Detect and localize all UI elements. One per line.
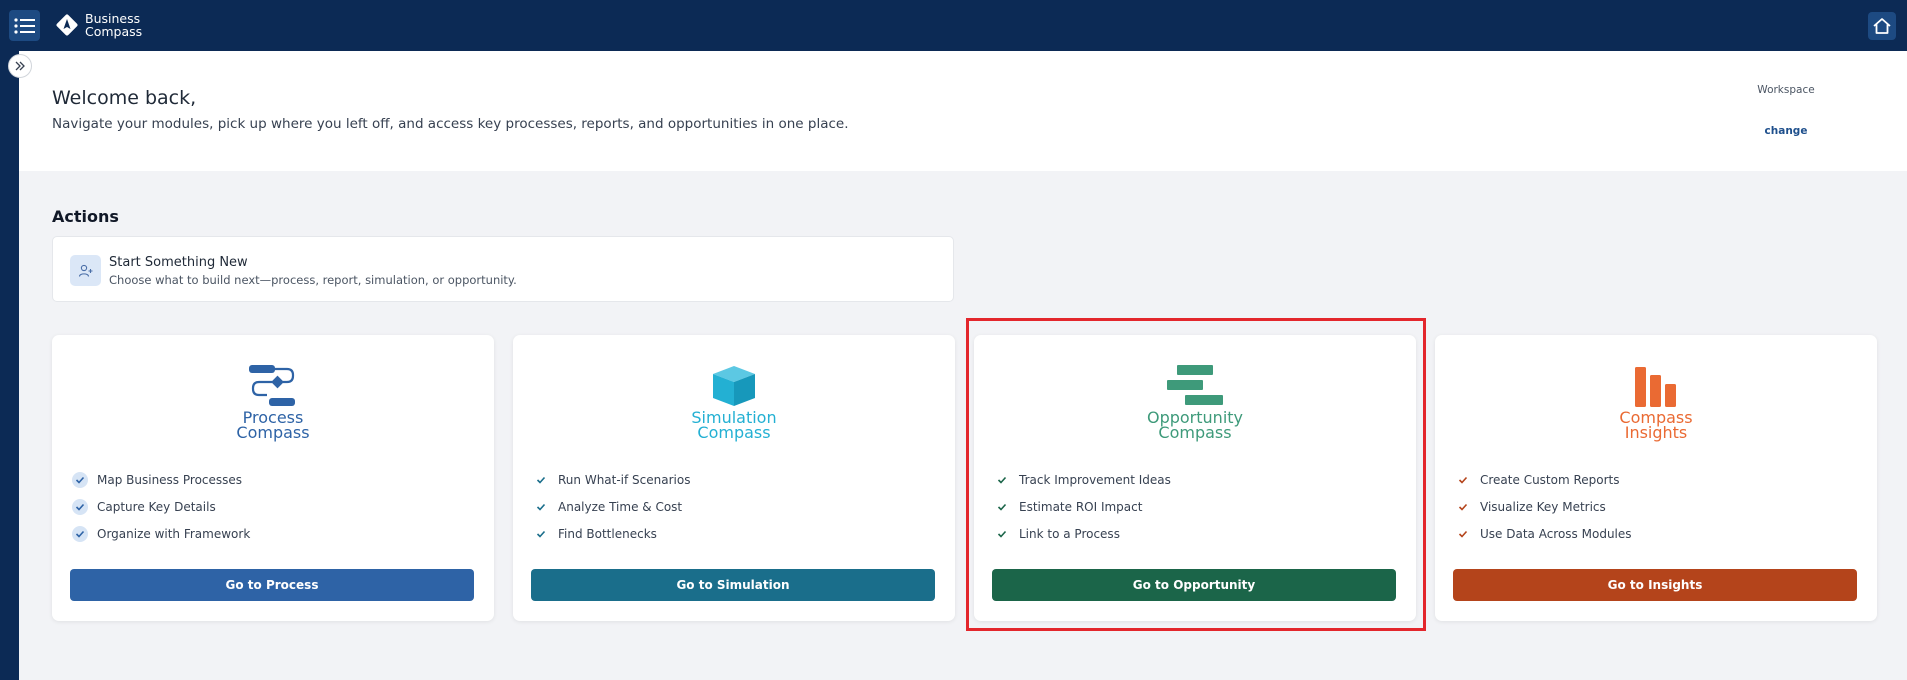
simulation-compass-card: Simulation Compass Run What-if Scenarios… — [513, 335, 955, 621]
compass-logo-icon — [56, 14, 78, 36]
check-icon — [533, 526, 549, 542]
feature-item: Find Bottlenecks — [533, 520, 690, 547]
feature-item: Visualize Key Metrics — [1455, 493, 1632, 520]
go-to-process-button[interactable]: Go to Process — [70, 569, 474, 601]
check-icon — [1455, 526, 1471, 542]
workspace-label: Workspace — [1757, 84, 1815, 96]
process-flow-icon — [52, 365, 494, 407]
feature-list: Map Business Processes Capture Key Detai… — [72, 466, 250, 547]
feature-item: Map Business Processes — [72, 466, 250, 493]
start-card-subtitle: Choose what to build next—process, repor… — [109, 273, 517, 287]
check-icon — [994, 526, 1010, 542]
module-name: Process Compass — [52, 410, 494, 442]
feature-item: Analyze Time & Cost — [533, 493, 690, 520]
feature-text: Estimate ROI Impact — [1019, 499, 1143, 514]
feature-item: Track Improvement Ideas — [994, 466, 1171, 493]
start-card-title: Start Something New — [109, 255, 248, 270]
check-icon — [72, 498, 88, 515]
feature-text: Track Improvement Ideas — [1019, 472, 1171, 487]
process-compass-card: Process Compass Map Business Processes C… — [52, 335, 494, 621]
feature-item: Organize with Framework — [72, 520, 250, 547]
go-to-simulation-button[interactable]: Go to Simulation — [531, 569, 935, 601]
feature-text: Create Custom Reports — [1480, 472, 1620, 487]
feature-text: Find Bottlenecks — [558, 526, 657, 541]
double-chevron-right-icon — [15, 61, 25, 71]
check-icon — [994, 499, 1010, 515]
check-icon — [72, 525, 88, 542]
module-name-line2: Compass — [236, 423, 310, 442]
check-icon — [533, 472, 549, 488]
check-icon — [1455, 499, 1471, 515]
module-name: Opportunity Compass — [974, 410, 1416, 442]
home-icon — [1873, 18, 1891, 34]
feature-item: Capture Key Details — [72, 493, 250, 520]
feature-item: Create Custom Reports — [1455, 466, 1632, 493]
module-name-line2: Insights — [1624, 423, 1688, 442]
list-menu-icon — [13, 17, 35, 34]
opportunity-compass-card: Opportunity Compass Track Improvement Id… — [974, 335, 1416, 621]
app-logo[interactable]: Business Compass — [55, 12, 142, 38]
start-something-new-card[interactable]: Start Something New Choose what to build… — [52, 236, 954, 302]
home-button[interactable] — [1868, 12, 1896, 40]
module-name-line2: Compass — [1158, 423, 1232, 442]
check-icon — [533, 499, 549, 515]
menu-button[interactable] — [9, 10, 40, 41]
feature-text: Visualize Key Metrics — [1480, 499, 1606, 514]
feature-list: Run What-if Scenarios Analyze Time & Cos… — [533, 466, 690, 547]
feature-text: Link to a Process — [1019, 526, 1120, 541]
logo-text-line2: Compass — [85, 24, 143, 39]
module-name-line2: Compass — [697, 423, 771, 442]
check-icon — [72, 471, 88, 488]
bar-chart-icon — [1435, 365, 1877, 407]
cube-icon — [513, 365, 955, 407]
welcome-section: Welcome back, Navigate your modules, pic… — [19, 51, 1907, 171]
feature-list: Create Custom Reports Visualize Key Metr… — [1455, 466, 1632, 547]
feature-list: Track Improvement Ideas Estimate ROI Imp… — [994, 466, 1171, 547]
check-icon — [994, 472, 1010, 488]
feature-text: Organize with Framework — [97, 526, 251, 541]
feature-item: Use Data Across Modules — [1455, 520, 1632, 547]
go-to-insights-button[interactable]: Go to Insights — [1453, 569, 1857, 601]
module-name: Simulation Compass — [513, 410, 955, 442]
feature-text: Analyze Time & Cost — [558, 499, 683, 514]
check-icon — [1455, 472, 1471, 488]
actions-heading: Actions — [52, 207, 119, 226]
workspace-change-link[interactable]: change — [1739, 125, 1833, 137]
feature-item: Estimate ROI Impact — [994, 493, 1171, 520]
welcome-subtitle: Navigate your modules, pick up where you… — [52, 116, 849, 132]
feature-text: Capture Key Details — [97, 499, 216, 514]
opportunity-bars-icon — [974, 365, 1416, 407]
feature-item: Link to a Process — [994, 520, 1171, 547]
go-to-opportunity-button[interactable]: Go to Opportunity — [992, 569, 1396, 601]
module-name: Compass Insights — [1435, 410, 1877, 442]
feature-text: Run What-if Scenarios — [558, 472, 691, 487]
compass-insights-card: Compass Insights Create Custom Reports V… — [1435, 335, 1877, 621]
add-user-icon — [70, 255, 101, 286]
feature-text: Use Data Across Modules — [1480, 526, 1632, 541]
welcome-title: Welcome back, — [52, 87, 197, 109]
collapsed-sidebar — [0, 51, 19, 680]
expand-sidebar-button[interactable] — [8, 54, 32, 78]
top-navbar: Business Compass — [0, 0, 1907, 51]
feature-text: Map Business Processes — [97, 472, 243, 487]
feature-item: Run What-if Scenarios — [533, 466, 690, 493]
